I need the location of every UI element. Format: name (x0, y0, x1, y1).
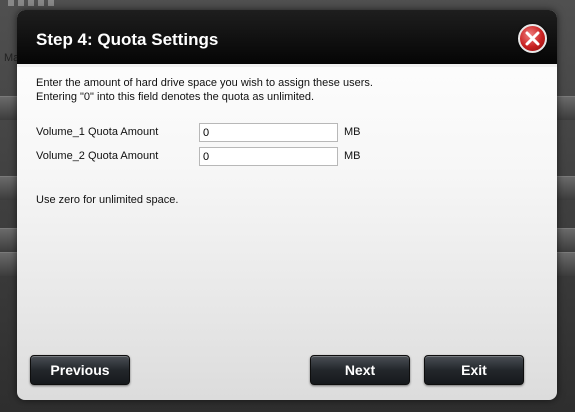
volume-2-quota-label: Volume_2 Quota Amount (36, 150, 159, 162)
dialog-title: Step 4: Quota Settings (36, 30, 219, 49)
quota-settings-dialog: Step 4: Quota Settings Enter the amount … (17, 10, 557, 400)
close-button[interactable] (518, 24, 547, 53)
previous-button[interactable]: Previous (30, 355, 130, 385)
dialog-instructions: Enter the amount of hard drive space you… (36, 76, 536, 104)
volume-1-quota-label: Volume_1 Quota Amount (36, 126, 159, 138)
volume-2-unit: MB (344, 150, 361, 162)
instruction-line-2: Entering "0" into this field denotes the… (36, 91, 315, 103)
next-button[interactable]: Next (310, 355, 410, 385)
volume-1-quota-row: Volume_1 Quota Amount MB (36, 123, 456, 142)
exit-button[interactable]: Exit (424, 355, 524, 385)
volume-1-unit: MB (344, 126, 361, 138)
background-toolbar-icons (8, 0, 58, 6)
volume-2-quota-row: Volume_2 Quota Amount MB (36, 147, 456, 166)
dialog-header: Step 4: Quota Settings (17, 10, 557, 67)
volume-1-quota-input[interactable] (199, 123, 338, 142)
volume-2-quota-input[interactable] (199, 147, 338, 166)
close-x-icon (525, 31, 540, 46)
unlimited-note: Use zero for unlimited space. (36, 194, 179, 206)
instruction-line-1: Enter the amount of hard drive space you… (36, 77, 373, 89)
